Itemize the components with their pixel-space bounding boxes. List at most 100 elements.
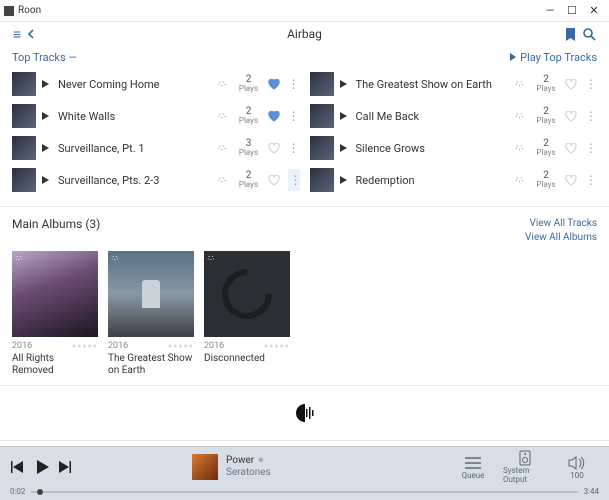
- page-title: Airbag: [44, 27, 565, 41]
- track-more-button[interactable]: ⋮: [585, 77, 597, 91]
- album-card[interactable]: ∙∵∙ 2016●●●●● The Greatest Show on Earth: [108, 251, 194, 377]
- favorite-button[interactable]: [565, 175, 579, 186]
- tidal-icon: ∙∵∙: [515, 175, 527, 186]
- back-button[interactable]: [26, 29, 44, 39]
- track-row[interactable]: Surveillance, Pts. 2-3 ∙∵∙ 2Plays ⋮: [12, 168, 300, 192]
- track-name: The Greatest Show on Earth: [356, 78, 510, 91]
- track-name: Redemption: [356, 174, 510, 187]
- album-name: The Greatest Show on Earth: [108, 353, 194, 377]
- window-close-button[interactable]: ✕: [583, 4, 605, 17]
- track-play-icon[interactable]: [42, 112, 52, 120]
- main-albums-title: Main Albums (3): [12, 217, 100, 231]
- top-nav: ≡ Airbag: [0, 22, 609, 46]
- top-tracks-toggle[interactable]: Top Tracks —: [12, 51, 77, 64]
- speaker-icon: [519, 450, 531, 466]
- volume-icon: [568, 455, 586, 471]
- track-play-icon[interactable]: [42, 176, 52, 184]
- search-button[interactable]: [583, 28, 601, 41]
- prev-track-button[interactable]: [10, 461, 26, 473]
- elapsed-time: 0:02: [10, 487, 25, 496]
- favorite-button[interactable]: [268, 79, 282, 90]
- window-titlebar: Roon — ☐ ✕: [0, 0, 609, 22]
- track-name: White Walls: [58, 110, 212, 123]
- tidal-badge-icon: ∙∵∙: [207, 254, 214, 263]
- album-card[interactable]: ∙∵∙ 2016●●●●● Disconnected: [204, 251, 290, 377]
- track-plays: 2Plays: [533, 107, 559, 125]
- collapse-icon: —: [68, 51, 77, 64]
- track-row[interactable]: Redemption ∙∵∙ 2Plays ⋮: [310, 168, 598, 192]
- app-icon: [4, 6, 14, 16]
- track-art: [310, 72, 334, 96]
- window-maximize-button[interactable]: ☐: [561, 4, 583, 17]
- track-plays: 3Plays: [236, 139, 262, 157]
- track-art: [310, 168, 334, 192]
- track-more-button[interactable]: ⋮: [288, 77, 300, 91]
- now-playing-track: Power: [226, 455, 254, 467]
- track-play-icon[interactable]: [42, 144, 52, 152]
- now-playing-info[interactable]: Power✶ Seratones: [226, 455, 271, 479]
- album-card[interactable]: ∙∵∙ 2016●●●●● All Rights Removed: [12, 251, 98, 377]
- next-track-button[interactable]: [58, 461, 74, 473]
- main-albums-section: Main Albums (3) View All Tracks View All…: [0, 211, 609, 381]
- queue-button[interactable]: Queue: [451, 455, 495, 480]
- track-name: Surveillance, Pt. 1: [58, 142, 212, 155]
- progress-bar-row: 0:02 3:44: [0, 487, 609, 500]
- favorite-button[interactable]: [268, 143, 282, 154]
- track-more-button[interactable]: ⋮: [585, 109, 597, 123]
- track-row[interactable]: Never Coming Home ∙∵∙ 2Plays ⋮: [12, 72, 300, 96]
- section-divider: [0, 385, 609, 386]
- track-play-icon[interactable]: [340, 176, 350, 184]
- bookmark-button[interactable]: [565, 28, 583, 41]
- favorite-button[interactable]: [565, 111, 579, 122]
- album-cover: ∙∵∙: [12, 251, 98, 337]
- track-more-button[interactable]: ⋮: [585, 141, 597, 155]
- play-top-tracks-button[interactable]: Play Top Tracks: [509, 51, 597, 64]
- output-button[interactable]: System Output: [503, 450, 547, 484]
- now-playing-art[interactable]: [192, 454, 218, 480]
- track-play-icon[interactable]: [42, 80, 52, 88]
- album-year: 2016: [12, 341, 32, 351]
- volume-button[interactable]: 100: [555, 455, 599, 480]
- favorite-button[interactable]: [565, 79, 579, 90]
- track-row[interactable]: The Greatest Show on Earth ∙∵∙ 2Plays ⋮: [310, 72, 598, 96]
- view-all-albums-link[interactable]: View All Albums: [525, 231, 597, 245]
- track-row[interactable]: Call Me Back ∙∵∙ 2Plays ⋮: [310, 104, 598, 128]
- track-name: Silence Grows: [356, 142, 510, 155]
- track-more-button[interactable]: ⋮: [288, 141, 300, 155]
- tidal-icon: ∙∵∙: [218, 111, 230, 122]
- track-plays: 2Plays: [533, 75, 559, 93]
- track-more-button[interactable]: ⋮: [585, 173, 597, 187]
- queue-icon: [465, 455, 481, 471]
- album-cover: ∙∵∙: [204, 251, 290, 337]
- track-play-icon[interactable]: [340, 80, 350, 88]
- seek-bar[interactable]: [31, 491, 577, 493]
- track-row[interactable]: Surveillance, Pt. 1 ∙∵∙ 3Plays ⋮: [12, 136, 300, 160]
- window-minimize-button[interactable]: —: [539, 4, 561, 17]
- track-play-icon[interactable]: [340, 112, 350, 120]
- playbar: Power✶ Seratones Queue System Output 100…: [0, 446, 609, 500]
- track-art: [310, 136, 334, 160]
- tidal-badge-icon: ∙∵∙: [111, 254, 118, 263]
- app-name: Roon: [18, 5, 41, 16]
- track-plays: 2Plays: [533, 139, 559, 157]
- track-play-icon[interactable]: [340, 144, 350, 152]
- tidal-icon: ∙∵∙: [515, 79, 527, 90]
- album-rating: ●●●●●: [264, 342, 290, 350]
- tidal-icon: ∙∵∙: [515, 111, 527, 122]
- track-name: Surveillance, Pts. 2-3: [58, 174, 212, 187]
- track-row[interactable]: Silence Grows ∙∵∙ 2Plays ⋮: [310, 136, 598, 160]
- favorite-button[interactable]: [565, 143, 579, 154]
- album-year: 2016: [108, 341, 128, 351]
- track-row[interactable]: White Walls ∙∵∙ 2Plays ⋮: [12, 104, 300, 128]
- track-more-button[interactable]: ⋮: [288, 169, 300, 191]
- hamburger-menu-button[interactable]: ≡: [8, 26, 26, 43]
- favorite-button[interactable]: [268, 111, 282, 122]
- track-art: [12, 168, 36, 192]
- top-tracks-label: Top Tracks: [12, 51, 66, 64]
- view-all-tracks-link[interactable]: View All Tracks: [525, 217, 597, 231]
- track-more-button[interactable]: ⋮: [288, 109, 300, 123]
- album-rating: ●●●●●: [72, 342, 98, 350]
- album-year: 2016: [204, 341, 224, 351]
- favorite-button[interactable]: [268, 175, 282, 186]
- play-pause-button[interactable]: [34, 459, 50, 475]
